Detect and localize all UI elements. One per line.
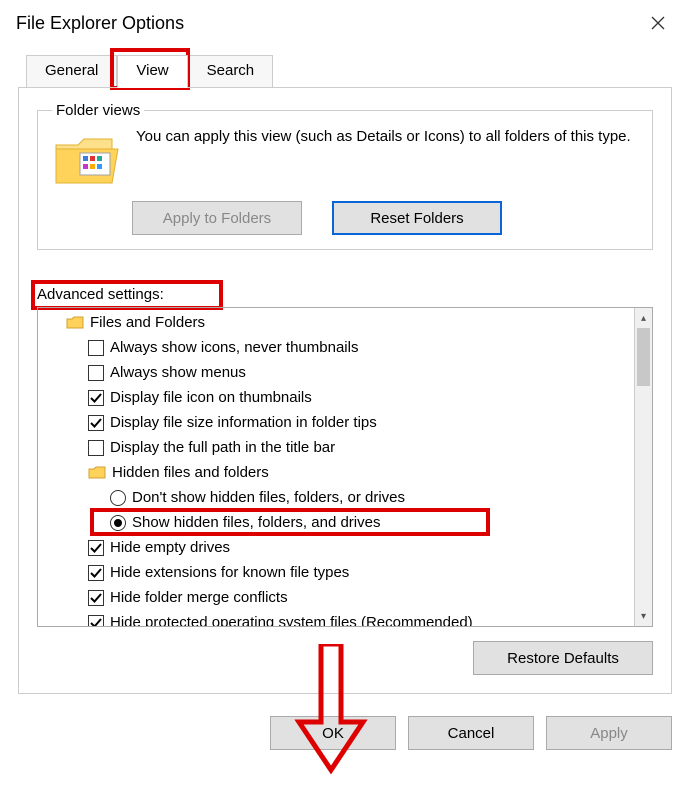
close-button[interactable] [640,8,676,38]
dialog-body: General View Search Folder views You can… [0,44,690,704]
checkbox[interactable] [88,340,104,356]
tree-checkbox-item[interactable]: Always show menus [46,360,634,385]
tree-item-label: Hide empty drives [110,539,230,556]
folder-views-desc: You can apply this view (such as Details… [136,127,631,147]
titlebar: File Explorer Options [0,0,690,44]
tree-item-label: Don't show hidden files, folders, or dri… [132,489,405,506]
scroll-down-button[interactable]: ▾ [635,606,652,626]
tab-view[interactable]: View [117,55,187,88]
tree-item-label: Always show menus [110,364,246,381]
cancel-button-label: Cancel [448,725,495,742]
group-folder-views-legend: Folder views [52,102,144,119]
tree-radio-item[interactable]: Show hidden files, folders, and drives [46,510,634,535]
radio[interactable] [110,490,126,506]
tree-checkbox-item[interactable]: Hide protected operating system files (R… [46,610,634,626]
folder-icon [88,465,106,480]
folder-icon [66,315,84,330]
tree-item-label: Display file size information in folder … [110,414,377,431]
tree-group-hidden-label: Hidden files and folders [112,464,269,481]
group-folder-views: Folder views You can apply this view (su… [37,102,653,250]
restore-defaults-button[interactable]: Restore Defaults [473,641,653,675]
apply-button: Apply [546,716,672,750]
scrollbar-vertical[interactable]: ▴ ▾ [634,308,652,626]
radio[interactable] [110,515,126,531]
tab-general[interactable]: General [26,55,117,88]
apply-to-folders-label: Apply to Folders [163,210,271,227]
checkbox[interactable] [88,365,104,381]
tree-checkbox-item[interactable]: Hide folder merge conflicts [46,585,634,610]
tree-group-files-folders: Files and Folders [46,310,634,335]
reset-folders-label: Reset Folders [370,210,463,227]
tree-item-label: Hide extensions for known file types [110,564,349,581]
tab-search[interactable]: Search [188,55,274,88]
checkbox[interactable] [88,615,104,627]
tree-item-label: Hide folder merge conflicts [110,589,288,606]
restore-defaults-label: Restore Defaults [507,650,619,667]
advanced-settings-label: Advanced settings: [37,286,164,303]
ok-button-label: OK [322,725,344,742]
tree-checkbox-item[interactable]: Hide empty drives [46,535,634,560]
checkbox[interactable] [88,415,104,431]
checkbox[interactable] [88,390,104,406]
dialog-button-row: OK Cancel Apply [0,704,690,764]
checkbox[interactable] [88,440,104,456]
tree-group-hidden: Hidden files and folders [46,460,634,485]
checkbox[interactable] [88,590,104,606]
tab-strip: General View Search [26,54,672,87]
tree-item-label: Hide protected operating system files (R… [110,614,473,626]
close-icon [651,16,665,30]
scroll-up-button[interactable]: ▴ [635,308,652,328]
apply-to-folders-button: Apply to Folders [132,201,302,235]
tree-checkbox-item[interactable]: Hide extensions for known file types [46,560,634,585]
tree-item-label: Display the full path in the title bar [110,439,335,456]
folder-icon [52,131,122,191]
tree-item-label: Always show icons, never thumbnails [110,339,358,356]
tree-item-label: Show hidden files, folders, and drives [132,514,380,531]
tree-checkbox-item[interactable]: Always show icons, never thumbnails [46,335,634,360]
tree-radio-item[interactable]: Don't show hidden files, folders, or dri… [46,485,634,510]
apply-button-label: Apply [590,725,628,742]
reset-folders-button[interactable]: Reset Folders [332,201,502,235]
tree-item-label: Display file icon on thumbnails [110,389,312,406]
checkbox[interactable] [88,565,104,581]
tree-checkbox-item[interactable]: Display file icon on thumbnails [46,385,634,410]
tab-panel-view: Folder views You can apply this view (su… [18,87,672,694]
tab-general-label: General [45,62,98,79]
tab-view-label: View [136,62,168,79]
scroll-thumb[interactable] [637,328,650,386]
tree-checkbox-item[interactable]: Display file size information in folder … [46,410,634,435]
advanced-settings-tree[interactable]: Files and Folders Always show icons, nev… [37,307,653,627]
ok-button[interactable]: OK [270,716,396,750]
checkbox[interactable] [88,540,104,556]
tree-group-files-folders-label: Files and Folders [90,314,205,331]
cancel-button[interactable]: Cancel [408,716,534,750]
tree-checkbox-item[interactable]: Display the full path in the title bar [46,435,634,460]
tab-search-label: Search [207,62,255,79]
window-title: File Explorer Options [16,13,184,34]
